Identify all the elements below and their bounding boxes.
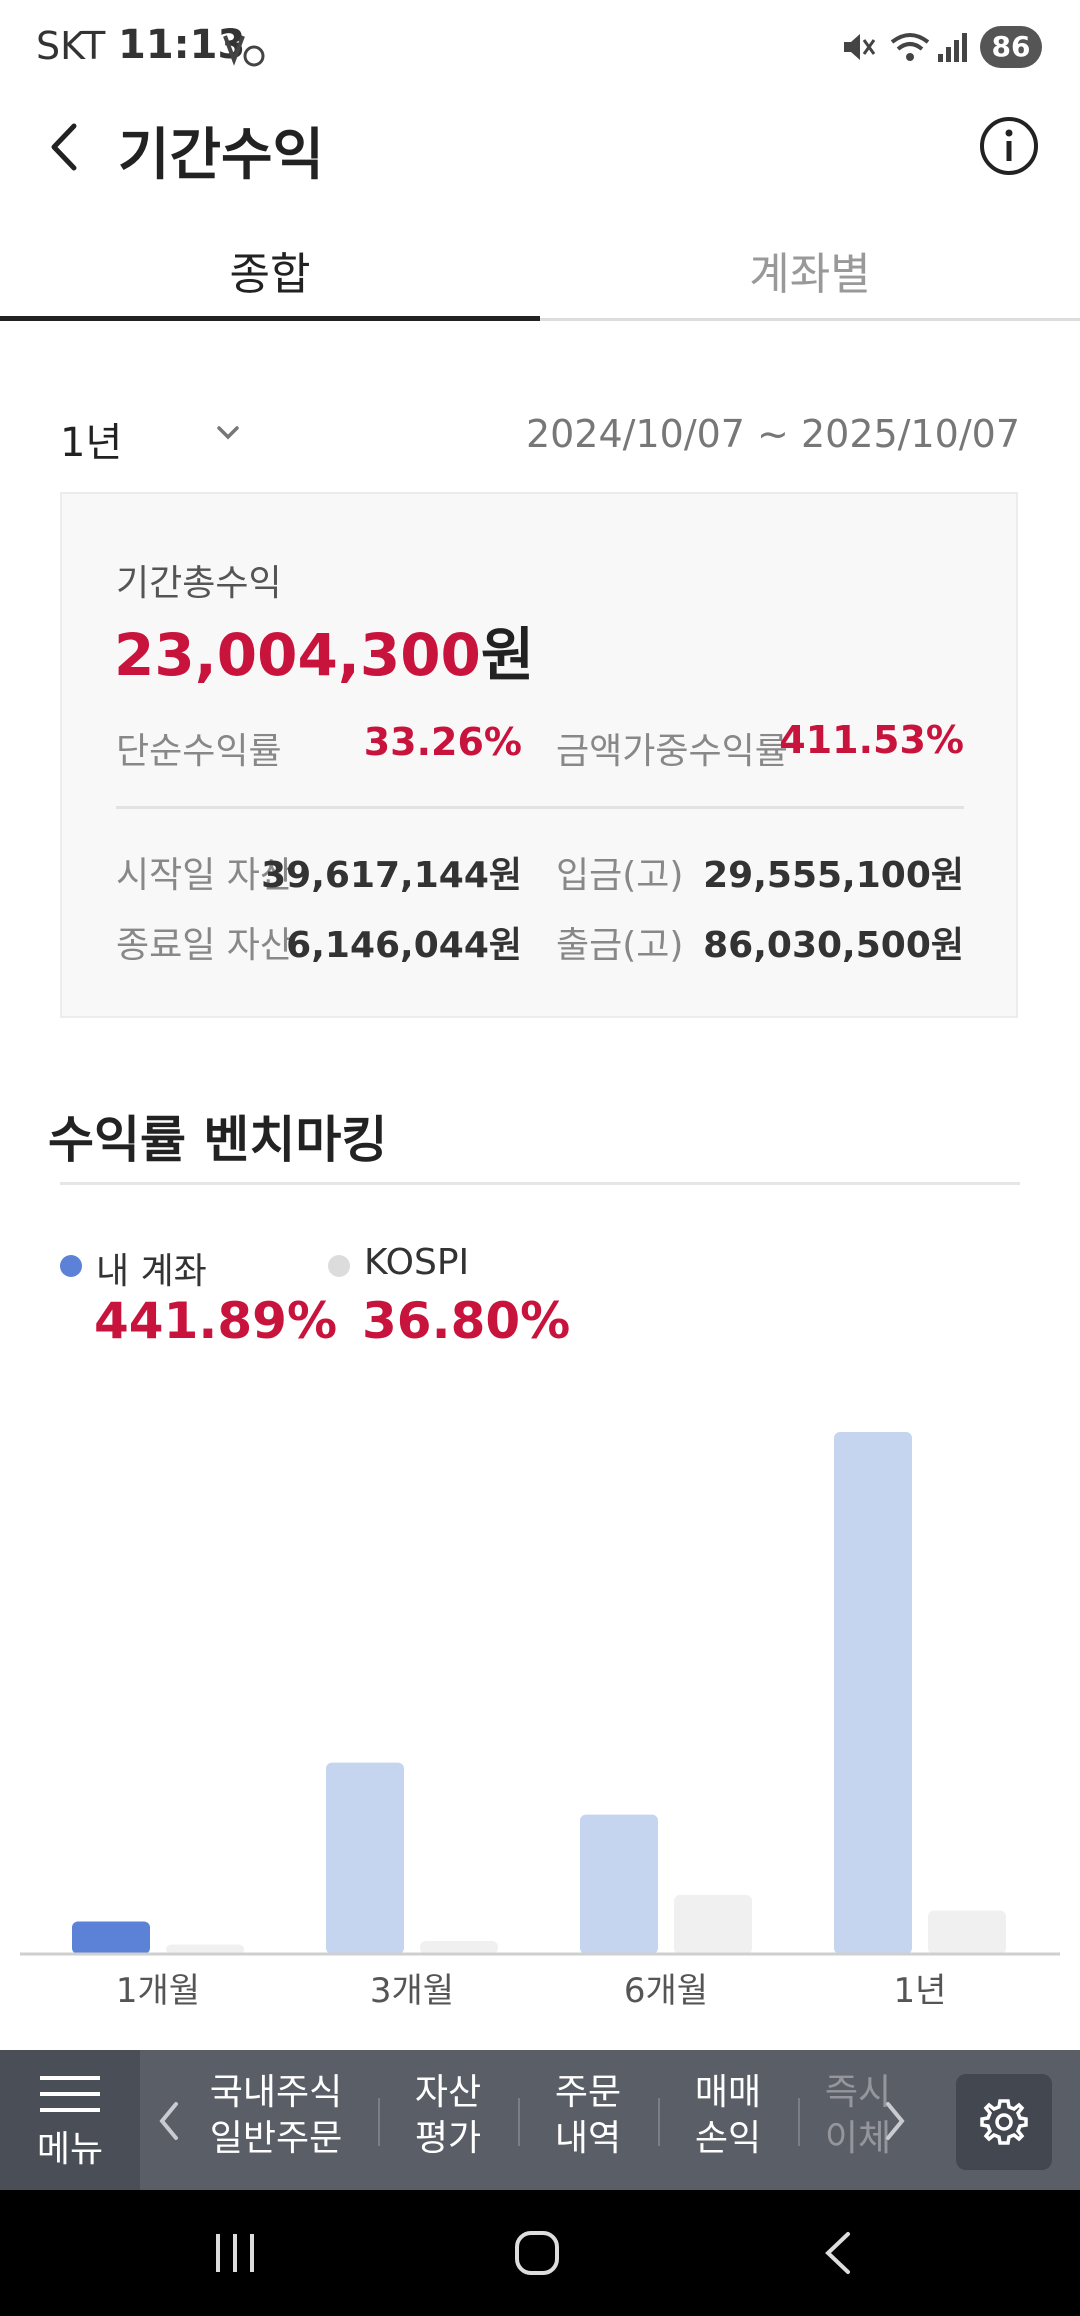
bar-my-account-1 [326,1762,404,1954]
legend-label-kospi: KOSPI [364,1242,470,1283]
total-return-value: 23,004,300 [114,621,481,689]
card-divider [116,806,964,809]
menu-item-line2: 내역 [554,2118,622,2159]
menu-item-asset-eval[interactable]: 자산 평가 [398,2070,498,2162]
total-return-label: 기간총수익 [116,563,282,604]
legend-value-my-account: 441.89% [94,1292,338,1350]
menu-item-line1: 주문 [554,2072,622,2113]
system-back-icon[interactable] [818,2228,858,2278]
battery-indicator: 86 [980,26,1042,68]
gear-icon[interactable] [978,2096,1030,2148]
menu-label[interactable]: 메뉴 [0,2120,140,2172]
period-select[interactable]: 1년 [60,410,122,468]
info-icon[interactable] [978,115,1040,177]
tab-active-indicator [0,316,540,321]
simple-return-value: 33.26% [363,720,522,764]
total-return-unit: 원 [480,621,535,689]
volte-icon [223,35,265,67]
menu-divider [518,2098,520,2146]
menu-item-line1: 매매 [694,2072,762,2113]
signal-icon [938,33,967,62]
menu-item-line1: 국내주식 [209,2072,343,2113]
deposit-label: 입금(고) [556,855,684,896]
section-divider [60,1182,1020,1185]
x-tick-label: 1개월 [116,1971,200,2011]
carrier-label: SKT [36,24,106,68]
recent-apps-icon[interactable] [210,2230,260,2276]
deposit-value: 29,555,100원 [703,855,964,896]
menu-divider [658,2098,660,2146]
home-icon[interactable] [512,2228,562,2278]
withdraw-value: 86,030,500원 [703,925,964,966]
benchmark-title: 수익률 벤치마킹 [48,1111,388,1169]
back-icon[interactable] [40,112,100,182]
benchmark-chart: 1개월 3개월 6개월 1년 [20,1432,1060,2011]
x-tick-label: 3개월 [370,1971,454,2011]
menu-divider [378,2098,380,2146]
x-tick-label: 1년 [894,1971,947,2011]
tab-by-account[interactable]: 계좌별 [540,238,1080,318]
menu-divider [798,2098,800,2146]
weighted-return-label: 금액가중수익률 [556,731,788,772]
bar-my-account-0 [72,1921,150,1954]
end-asset-label: 종료일 자산 [116,925,294,966]
chevron-left-icon[interactable] [154,2096,184,2146]
mute-icon [844,34,876,60]
end-asset-value: 6,146,044원 [286,925,522,966]
menu-item-line1: 자산 [414,2072,482,2113]
wifi-icon [890,33,930,61]
bar-my-account-3 [834,1432,912,1954]
menu-item-line2: 손익 [694,2118,762,2159]
bar-my-account-2 [580,1814,658,1954]
hamburger-icon[interactable] [38,2072,102,2116]
date-range: 2024/10/07 ~ 2025/10/07 [525,412,1020,456]
legend-value-kospi: 36.80% [362,1292,571,1350]
menu-item-order-history[interactable]: 주문 내역 [538,2070,638,2162]
bar-kospi-1 [420,1941,498,1954]
total-return: 23,004,300원 [114,608,534,692]
withdraw-label: 출금(고) [556,925,684,966]
bar-kospi-3 [928,1910,1006,1954]
chevron-right-icon[interactable] [880,2096,910,2146]
start-asset-value: 39,617,144원 [261,855,522,896]
tab-summary[interactable]: 종합 [0,238,540,318]
legend-dot-my-account [60,1255,82,1277]
weighted-return-value: 411.53% [779,718,964,762]
legend-dot-kospi [328,1255,350,1277]
legend-label-my-account: 내 계좌 [96,1251,207,1292]
menu-item-domestic-order[interactable]: 국내주식 일반주문 [198,2070,354,2162]
status-bar: SKT 11:13 86 [0,0,1080,90]
tab-divider [540,318,1080,321]
chevron-down-icon[interactable] [213,418,243,448]
menu-item-line2: 일반주문 [209,2118,343,2159]
page-title: 기간수익 [118,123,325,188]
menu-item-line2: 평가 [414,2118,482,2159]
simple-return-label: 단순수익률 [116,731,282,772]
bar-kospi-2 [674,1894,752,1954]
menu-item-trade-pnl[interactable]: 매매 손익 [678,2070,778,2162]
x-tick-label: 6개월 [624,1971,708,2011]
